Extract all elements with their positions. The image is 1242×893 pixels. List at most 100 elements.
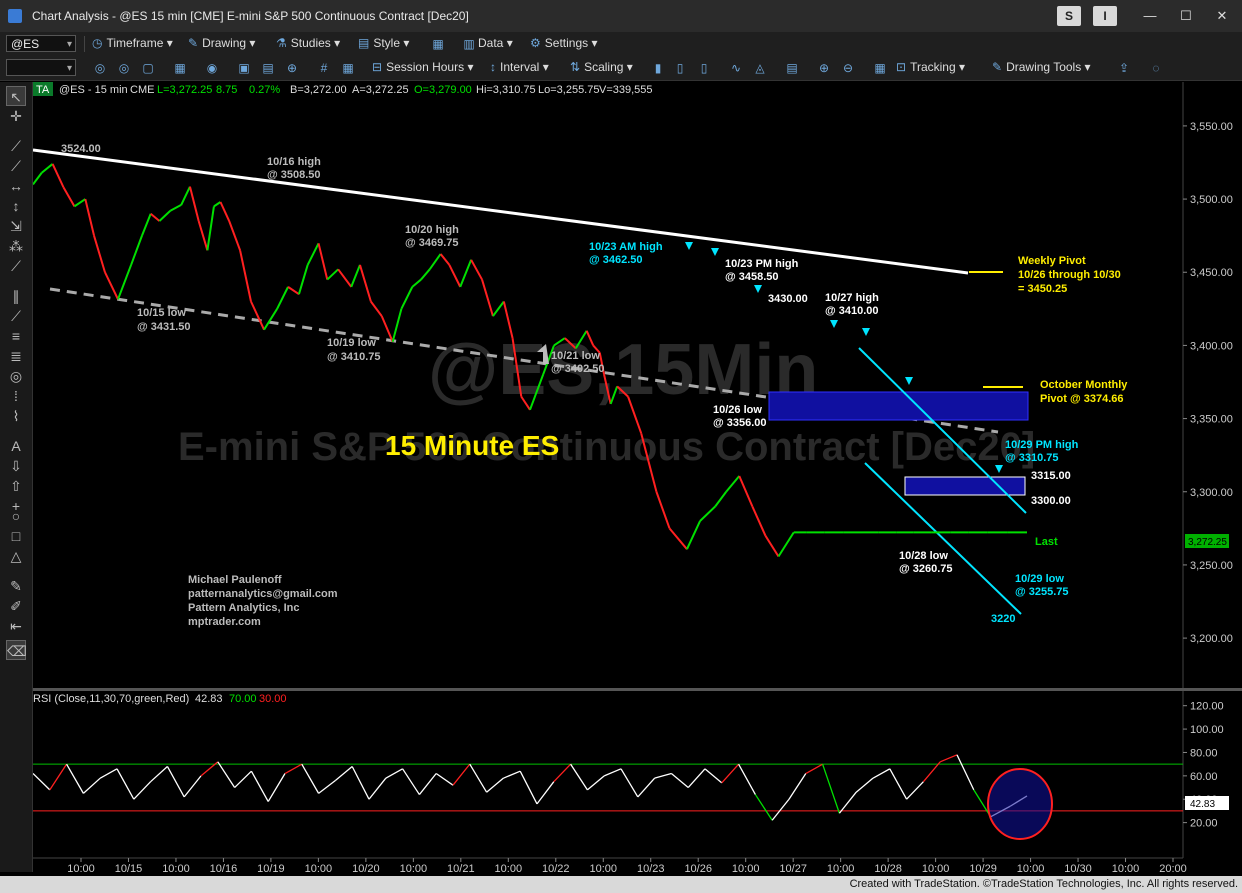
arrow-up-tool-icon[interactable]: ⇧ bbox=[6, 476, 26, 496]
pen-tool-icon[interactable]: ✎ bbox=[6, 576, 26, 596]
retracement-tool-icon[interactable]: ≣ bbox=[6, 346, 26, 366]
time-tick-label: 10:00 bbox=[1112, 863, 1140, 875]
zoom-in-icon[interactable]: ⊕ bbox=[816, 60, 832, 76]
studies-menu[interactable]: ⚗ Studies ▾ bbox=[276, 36, 340, 50]
rectangle-tool-icon[interactable]: □ bbox=[6, 526, 26, 546]
header-pct: 0.27% bbox=[249, 84, 280, 96]
back-tool-icon[interactable]: ⇤ bbox=[6, 616, 26, 636]
chart-area[interactable]: @ES,15Min E-mini S&P 500 Continuous Cont… bbox=[33, 82, 1242, 876]
fib-circle-tool-icon[interactable]: ◎ bbox=[6, 366, 26, 386]
window-title: Chart Analysis - @ES 15 min [CME] E-mini… bbox=[32, 9, 469, 23]
annotation-1028-low: 10/28 low bbox=[899, 550, 948, 562]
crosshair-tool-icon[interactable]: ✛ bbox=[6, 106, 26, 126]
symbol-input[interactable]: @ES bbox=[6, 35, 76, 53]
time-tick-label: 20:00 bbox=[1159, 863, 1187, 875]
interval-menu[interactable]: ↕ Interval ▾ bbox=[490, 60, 549, 74]
candle-icon[interactable]: ▯ bbox=[672, 60, 688, 76]
annotation-3315: 3315.00 bbox=[1031, 470, 1071, 482]
chart-title: 15 Minute ES bbox=[385, 430, 559, 461]
save-icon[interactable]: ▤ bbox=[260, 60, 276, 76]
chart-type-icon[interactable]: ▤ bbox=[784, 60, 800, 76]
style-label: Style bbox=[373, 36, 401, 50]
annotation-1023-pm-high-value: @ 3458.50 bbox=[725, 271, 779, 283]
arrow-tool-icon[interactable]: ⇲ bbox=[6, 216, 26, 236]
refresh-icon[interactable]: ◎ bbox=[92, 60, 108, 76]
data-icon[interactable]: ▥ bbox=[461, 36, 477, 52]
chat-icon[interactable]: ◌ bbox=[1148, 60, 1164, 76]
close-icon[interactable]: ✕ bbox=[1212, 6, 1232, 26]
i-button[interactable]: I bbox=[1093, 6, 1117, 26]
triangle-tool-icon[interactable]: △ bbox=[6, 546, 26, 566]
data-menu[interactable]: Data ▾ bbox=[478, 36, 513, 50]
vertical-line-tool-icon[interactable]: ↕ bbox=[6, 196, 26, 216]
drawing-menu[interactable]: ✎ Drawing ▾ bbox=[188, 36, 255, 50]
sync-icon[interactable]: ◉ bbox=[204, 60, 220, 76]
header-change: 8.75 bbox=[216, 84, 237, 96]
minimize-icon[interactable]: — bbox=[1140, 6, 1160, 26]
ellipse-tool-icon[interactable]: ○ bbox=[6, 506, 26, 526]
ray-tool-icon[interactable]: ⟋ bbox=[6, 256, 26, 276]
rsi-last-label: 42.83 bbox=[1190, 799, 1215, 810]
link-icon[interactable]: ◎ bbox=[116, 60, 132, 76]
symbol-link-icon[interactable]: ▣ bbox=[236, 60, 252, 76]
secondary-symbol-input[interactable] bbox=[6, 59, 76, 77]
fib-tool-icon[interactable]: ⁂ bbox=[6, 236, 26, 256]
pointer-tool-icon[interactable]: ↖ bbox=[6, 86, 26, 106]
timeframe-menu[interactable]: ◷ Timeframe ▾ bbox=[92, 36, 173, 50]
time-tick-label: 10:00 bbox=[305, 863, 333, 875]
drawing-tools-menu[interactable]: ✎ Drawing Tools ▾ bbox=[992, 60, 1091, 74]
interval-label: Interval bbox=[500, 60, 540, 74]
interval-icon: ↕ bbox=[490, 60, 496, 74]
bar-chart-icon[interactable]: ▮ bbox=[650, 60, 666, 76]
annotation-1029-pm-high-value: @ 3310.75 bbox=[1005, 452, 1059, 464]
arrow-down-tool-icon[interactable]: ⇩ bbox=[6, 456, 26, 476]
session-hours-menu[interactable]: ⊟ Session Hours ▾ bbox=[372, 60, 473, 74]
gann-tool-icon[interactable]: ≡ bbox=[6, 326, 26, 346]
status-bar: Created with TradeStation. ©TradeStation… bbox=[0, 876, 1242, 893]
time-tick-label: 10:00 bbox=[495, 863, 523, 875]
speed-line-tool-icon[interactable]: ⟋ bbox=[6, 306, 26, 326]
line-chart-icon[interactable]: ∿ bbox=[728, 60, 744, 76]
area-chart-icon[interactable]: ◬ bbox=[752, 60, 768, 76]
highlighter-tool-icon[interactable]: ✐ bbox=[6, 596, 26, 616]
header-bid: B=3,272.00 bbox=[290, 84, 347, 96]
time-tick-label: 10/19 bbox=[257, 863, 285, 875]
annotation-3430: 3430.00 bbox=[768, 293, 808, 305]
layout-icon[interactable]: ▦ bbox=[430, 36, 446, 52]
settings-label: Settings bbox=[544, 36, 589, 50]
calendar-icon[interactable]: ▦ bbox=[172, 60, 188, 76]
s-button[interactable]: S bbox=[1057, 6, 1081, 26]
style-menu[interactable]: ▤ Style ▾ bbox=[358, 36, 409, 50]
rsi-tick-label: 100.00 bbox=[1190, 724, 1224, 736]
tracking-grid-icon[interactable]: ▦ bbox=[872, 60, 888, 76]
copyright-text: Created with TradeStation. ©TradeStation… bbox=[849, 878, 1238, 890]
zoom-out-icon[interactable]: ⊖ bbox=[840, 60, 856, 76]
scaling-menu[interactable]: ⇅ Scaling ▾ bbox=[570, 60, 633, 74]
text-tool-icon[interactable]: A bbox=[6, 436, 26, 456]
annotation-1023-am-high-value: @ 3462.50 bbox=[589, 254, 643, 266]
drawing-tools-label: Drawing Tools bbox=[1006, 60, 1082, 74]
channel-tool-icon[interactable]: ∥ bbox=[6, 286, 26, 306]
grid-icon[interactable]: ▦ bbox=[340, 60, 356, 76]
print-icon[interactable]: ⊕ bbox=[284, 60, 300, 76]
resistance-zone bbox=[904, 476, 1026, 496]
tracking-menu[interactable]: ⊡ Tracking ▾ bbox=[896, 60, 965, 74]
hash-icon[interactable]: # bbox=[316, 60, 332, 76]
hollow-candle-icon[interactable]: ▯ bbox=[696, 60, 712, 76]
settings-menu[interactable]: ⚙ Settings ▾ bbox=[530, 36, 597, 50]
price-tick-label: 3,300.00 bbox=[1190, 487, 1233, 499]
time-tick-label: 10/23 bbox=[637, 863, 665, 875]
line-tool-icon[interactable]: ⟋ bbox=[6, 156, 26, 176]
cycle-tool-icon[interactable]: ⌇ bbox=[6, 406, 26, 426]
maximize-icon[interactable]: ☐ bbox=[1176, 6, 1196, 26]
pane-divider[interactable] bbox=[33, 688, 1242, 691]
eraser-tool-icon[interactable]: ⌫ bbox=[6, 640, 27, 660]
annotation-1029-low-value: @ 3255.75 bbox=[1015, 586, 1069, 598]
time-tick-label: 10:00 bbox=[922, 863, 950, 875]
window-icon[interactable]: ▢ bbox=[140, 60, 156, 76]
horizontal-line-tool-icon[interactable]: ↔ bbox=[6, 176, 26, 196]
trendline-tool-icon[interactable]: ⟋ bbox=[6, 136, 26, 156]
fib-time-tool-icon[interactable]: ⁞ bbox=[6, 386, 26, 406]
clock-icon: ◷ bbox=[92, 36, 103, 50]
export-icon[interactable]: ⇪ bbox=[1116, 60, 1132, 76]
